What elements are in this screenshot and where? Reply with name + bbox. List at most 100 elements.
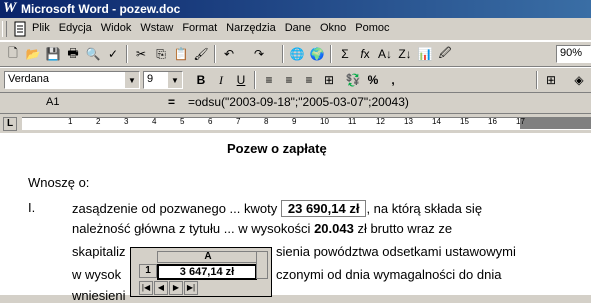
cut-icon[interactable]: ✂ xyxy=(132,45,150,63)
new-document-icon[interactable]: 🗋 xyxy=(4,45,22,63)
fill-color-icon[interactable]: ◈ xyxy=(570,71,588,89)
autosum-icon[interactable]: Σ xyxy=(336,45,354,63)
underline-icon[interactable]: U xyxy=(232,71,250,89)
formula-input[interactable]: =odsu("2003-09-18";"2005-03-07";20043) xyxy=(188,95,409,109)
align-right-icon[interactable]: ≡ xyxy=(300,71,318,89)
line1-a: zasądzenie od pozwanego ... kwoty xyxy=(72,201,278,216)
menu-item[interactable]: Pomoc xyxy=(355,22,389,34)
active-cell[interactable]: 3 647,14 zł xyxy=(157,264,257,280)
menu-item[interactable]: Dane xyxy=(285,22,311,34)
align-center-icon[interactable]: ≡ xyxy=(280,71,298,89)
text-line-5a: wniesieni xyxy=(72,288,126,303)
chart-wizard-icon[interactable]: 📊 xyxy=(416,45,434,63)
font-size-select[interactable]: 9 ▼ xyxy=(143,71,183,89)
menu-item[interactable]: Plik xyxy=(32,22,50,34)
tab-selector[interactable]: L xyxy=(3,117,17,131)
row-header[interactable]: 1 xyxy=(139,264,157,278)
column-header[interactable]: A xyxy=(157,251,259,263)
ruler-number: 15 xyxy=(460,117,469,126)
embedded-excel-object[interactable]: A 1 3 647,14 zł |◀ ◀ ▶ ▶| xyxy=(130,247,272,297)
currency-icon[interactable]: 💱 xyxy=(344,71,362,89)
first-sheet-icon[interactable]: |◀ xyxy=(139,281,153,295)
last-sheet-icon[interactable]: ▶| xyxy=(184,281,198,295)
hyperlink-icon[interactable]: 🌐 xyxy=(288,45,306,63)
text-line-4a: w wysok xyxy=(72,267,122,282)
ruler-margin xyxy=(520,117,591,129)
separator xyxy=(126,45,128,63)
menu-item[interactable]: Narzędzia xyxy=(226,22,276,34)
equals-sign[interactable]: = xyxy=(168,95,175,109)
line2-a: należność główna z tytułu ... w wysokośc… xyxy=(72,221,311,236)
window-title: Microsoft Word - pozew.doc xyxy=(21,2,181,16)
percent-icon[interactable]: % xyxy=(364,71,382,89)
menu-item[interactable]: Widok xyxy=(101,22,132,34)
wnosze-line: Wnoszę o: xyxy=(28,175,90,190)
drawing-icon[interactable]: 🖉 xyxy=(436,45,454,63)
text-line-1: zasądzenie od pozwanego ... kwoty 23 690… xyxy=(72,200,482,217)
web-toolbar-icon[interactable]: 🌍 xyxy=(308,45,326,63)
document-area[interactable]: Pozew o zapłatę Wnoszę o: I. zasądzenie … xyxy=(0,133,591,303)
comma-style-icon[interactable]: , xyxy=(384,71,402,89)
chevron-down-icon[interactable]: ▼ xyxy=(124,72,139,88)
print-icon[interactable]: 🖶 xyxy=(64,45,82,63)
separator xyxy=(282,45,284,63)
text-line-3b: sienia powództwa odsetkami ustawowymi xyxy=(276,244,516,259)
vertical-scrollbar[interactable] xyxy=(256,251,268,279)
ruler-number: 2 xyxy=(96,117,101,126)
paste-icon[interactable]: 📋 xyxy=(172,45,190,63)
ruler-strip[interactable] xyxy=(22,117,591,130)
line2-b: zł brutto wraz ze xyxy=(357,221,453,236)
menu-item[interactable]: Okno xyxy=(320,22,346,34)
zoom-select[interactable]: 90% xyxy=(556,45,591,63)
name-box[interactable]: A1 xyxy=(2,95,142,110)
bold-icon[interactable]: B xyxy=(192,71,210,89)
line1-b: , na którą składa się xyxy=(366,201,483,216)
formula-bar: A1 = =odsu("2003-09-18";"2005-03-07";200… xyxy=(0,93,591,114)
open-folder-icon[interactable]: 📂 xyxy=(24,45,42,63)
next-sheet-icon[interactable]: ▶ xyxy=(169,281,183,295)
save-icon[interactable]: 💾 xyxy=(44,45,62,63)
undo-icon[interactable]: ↶ xyxy=(220,45,238,63)
redo-icon[interactable]: ↷ xyxy=(250,45,268,63)
print-preview-icon[interactable]: 🔍 xyxy=(84,45,102,63)
borders-icon[interactable]: ⊞ xyxy=(542,71,560,89)
separator xyxy=(330,45,332,63)
word-app-icon[interactable]: W xyxy=(3,1,17,16)
copy-icon[interactable]: ⎘ xyxy=(152,45,170,63)
document-icon[interactable] xyxy=(12,21,28,37)
formatting-toolbar: Verdana ▼ 9 ▼ B I U ≡ ≡ ≡ ⊞ 💱 % , ⊞ ◈ xyxy=(0,67,591,93)
sort-ascending-icon[interactable]: A↓ xyxy=(376,45,394,63)
ruler-number: 9 xyxy=(292,117,297,126)
menu-item[interactable]: Format xyxy=(182,22,217,34)
spelling-icon[interactable]: ✓ xyxy=(104,45,122,63)
menu-grip[interactable] xyxy=(2,21,7,37)
text-line-4b: czonymi od dnia wymagalności do dnia xyxy=(276,267,502,282)
ruler-number: 3 xyxy=(124,117,129,126)
ruler-number: 13 xyxy=(404,117,413,126)
ruler-number: 5 xyxy=(180,117,185,126)
prev-sheet-icon[interactable]: ◀ xyxy=(154,281,168,295)
sheet-navigation: |◀ ◀ ▶ ▶| xyxy=(139,281,265,295)
cell-reference: A1 xyxy=(46,96,60,108)
document-heading: Pozew o zapłatę xyxy=(227,141,327,156)
italic-icon[interactable]: I xyxy=(212,71,230,89)
text-line-3a: skapitaliz xyxy=(72,244,126,259)
function-icon[interactable]: fx xyxy=(356,45,374,63)
ruler-number: 7 xyxy=(236,117,241,126)
align-left-icon[interactable]: ≡ xyxy=(260,71,278,89)
ruler-number: 6 xyxy=(208,117,213,126)
item-number: I. xyxy=(28,200,36,215)
menu-item[interactable]: Wstaw xyxy=(140,22,173,34)
amount-field[interactable]: 23 690,14 zł xyxy=(280,200,367,217)
sort-descending-icon[interactable]: Z↓ xyxy=(396,45,414,63)
ruler-number: 12 xyxy=(376,117,385,126)
separator xyxy=(214,45,216,63)
menu-item[interactable]: Edycja xyxy=(59,22,92,34)
ruler-number: 11 xyxy=(348,117,357,126)
ruler-number: 16 xyxy=(488,117,497,126)
format-painter-icon[interactable]: 🖌 xyxy=(192,45,210,63)
chevron-down-icon[interactable]: ▼ xyxy=(167,72,182,88)
font-select[interactable]: Verdana ▼ xyxy=(4,71,140,89)
merge-center-icon[interactable]: ⊞ xyxy=(320,71,338,89)
menu-bar: Plik Edycja Widok Wstaw Format Narzędzia Dane O… xyxy=(0,18,591,41)
